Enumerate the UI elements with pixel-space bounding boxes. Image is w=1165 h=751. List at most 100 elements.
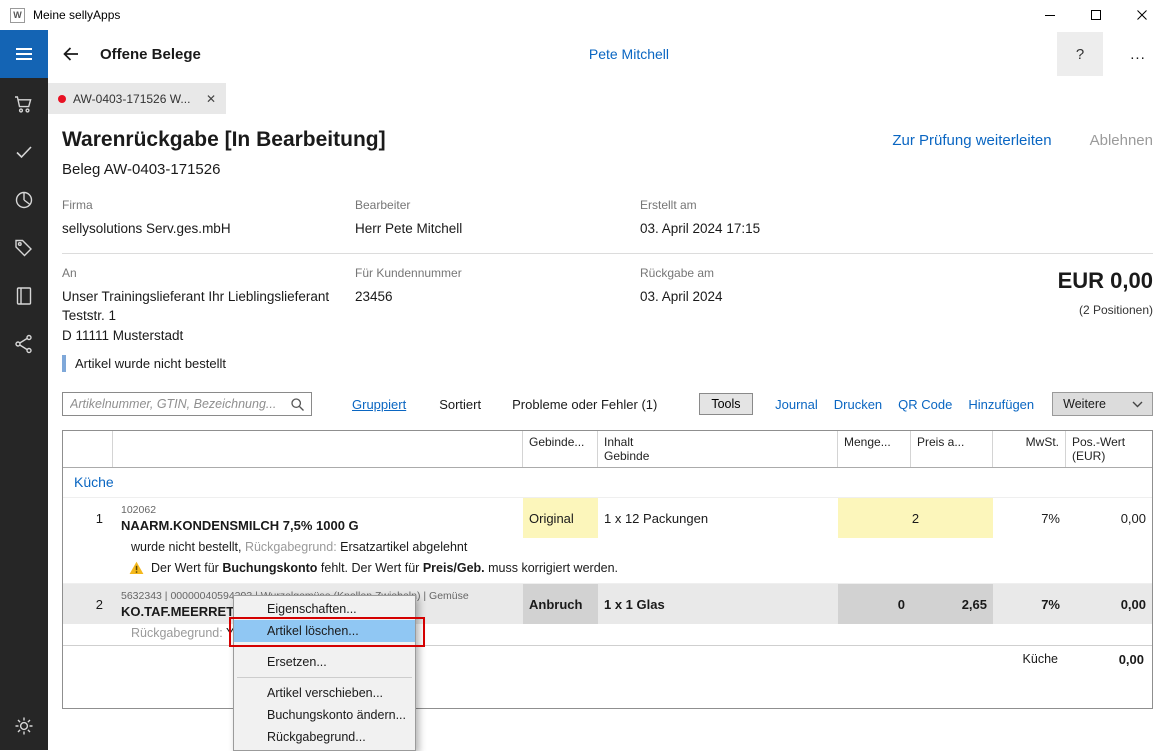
checkmark-icon	[13, 141, 35, 163]
cart-icon	[13, 93, 35, 115]
unsaved-changes-dot-icon	[58, 95, 66, 103]
tools-button[interactable]: Tools	[699, 393, 752, 415]
gebinde-value: Anbruch	[529, 597, 592, 612]
document-number: Beleg AW-0403-171526	[62, 161, 1153, 178]
search-icon[interactable]	[290, 397, 305, 412]
menge-cell[interactable]: 2	[838, 498, 993, 538]
sidebar-item-cart[interactable]	[0, 80, 48, 128]
sidebar-item-catalog[interactable]	[0, 272, 48, 320]
group-header-kueche[interactable]: Küche	[63, 468, 1152, 498]
ellipsis-icon: ...	[1130, 46, 1146, 63]
minimize-button[interactable]	[1027, 0, 1073, 30]
qr-code-link[interactable]: QR Code	[898, 397, 952, 412]
menu-separator	[237, 646, 412, 647]
column-header-preis[interactable]: Preis a...	[911, 431, 993, 467]
menge-value: 2	[912, 511, 919, 526]
close-button[interactable]	[1119, 0, 1165, 30]
minimize-icon	[1044, 9, 1056, 21]
filter-probleme-oder-fehler[interactable]: Probleme oder Fehler (1)	[512, 397, 657, 412]
warning-icon	[129, 561, 144, 575]
info-row-bottom: An Unser Trainingslieferant Ihr Liebling…	[62, 254, 1153, 346]
article-row-2[interactable]: 2 5632343 | 00000040594293 | Wurzelgemüs…	[63, 584, 1152, 645]
sidebar-item-share[interactable]	[0, 320, 48, 368]
gebinde-cell[interactable]: Anbruch	[523, 584, 598, 624]
column-header-gebinde[interactable]: Gebinde...	[523, 431, 598, 467]
menu-item-buchungskonto-aendern[interactable]: Buchungskonto ändern...	[234, 704, 415, 726]
hinzufuegen-link[interactable]: Hinzufügen	[968, 397, 1034, 412]
tab-label: AW-0403-171526 W...	[73, 92, 198, 106]
field-an-label: An	[62, 266, 355, 280]
menge-cell[interactable]: 0	[838, 584, 911, 624]
book-icon	[13, 285, 35, 307]
group-summary-row: Küche 0,00	[63, 645, 1152, 672]
user-name-link[interactable]: Pete Mitchell	[589, 46, 669, 62]
preis-value: 2,65	[962, 597, 987, 612]
field-erstellt: Erstellt am 03. April 2024 17:15	[640, 198, 1153, 239]
menu-item-ersetzen[interactable]: Ersetzen...	[234, 651, 415, 673]
article-row-1[interactable]: 1 102062 NAARM.KONDENSMILCH 7,5% 1000 G …	[63, 498, 1152, 584]
document-note: Artikel wurde nicht bestellt	[62, 355, 1153, 372]
help-icon: ?	[1076, 46, 1084, 63]
title-bar: W Meine sellyApps	[0, 0, 1165, 30]
note-label: Rückgabegrund:	[245, 540, 337, 554]
tab-close-button[interactable]: ✕	[206, 92, 216, 106]
article-name: NAARM.KONDENSMILCH 7,5% 1000 G	[121, 518, 517, 533]
article-row-2-note: Rückgabegrund: Y	[63, 624, 1152, 645]
search-input[interactable]	[63, 394, 285, 414]
article-row-1-main: 1 102062 NAARM.KONDENSMILCH 7,5% 1000 G …	[63, 498, 1152, 538]
menu-item-eigenschaften[interactable]: Eigenschaften...	[234, 598, 415, 620]
tab-document[interactable]: AW-0403-171526 W... ✕	[48, 83, 226, 114]
column-header-menge[interactable]: Menge...	[838, 431, 911, 467]
menu-separator	[237, 677, 412, 678]
summary-empty6	[911, 646, 993, 672]
menu-item-rueckgabegrund[interactable]: Rückgabegrund...	[234, 726, 415, 748]
pos-wert-value: 0,00	[1121, 511, 1146, 526]
drucken-link[interactable]: Drucken	[834, 397, 882, 412]
gebinde-cell[interactable]: Original	[523, 498, 598, 538]
reject-button[interactable]: Ablehnen	[1090, 132, 1153, 149]
journal-link[interactable]: Journal	[775, 397, 818, 412]
sidebar-item-settings[interactable]	[0, 702, 48, 750]
toggle-gruppiert[interactable]: Gruppiert	[352, 397, 406, 412]
row-number: 1	[63, 498, 113, 538]
inhalt-cell: 1 x 12 Packungen	[598, 498, 838, 538]
article-description: 102062 NAARM.KONDENSMILCH 7,5% 1000 G	[113, 498, 523, 538]
maximize-button[interactable]	[1073, 0, 1119, 30]
summary-empty5	[838, 646, 911, 672]
more-options-button[interactable]: ...	[1115, 32, 1161, 76]
menu-item-artikel-loeschen[interactable]: Artikel löschen...	[234, 620, 415, 642]
sidebar-item-tasks[interactable]	[0, 128, 48, 176]
field-an-line2: Teststr. 1	[62, 306, 355, 326]
preis-cell[interactable]: 2,65	[911, 584, 993, 624]
context-menu: Eigenschaften... Artikel löschen... Erse…	[233, 595, 416, 751]
document-title: Warenrückgabe [In Bearbeitung]	[62, 128, 386, 152]
column-header-mwst[interactable]: MwSt.	[993, 431, 1066, 467]
note-value: Ersatzartikel abgelehnt	[337, 540, 468, 554]
field-an-line1: Unser Trainingslieferant Ihr Lieblingsli…	[62, 287, 355, 307]
column-header-pos-wert[interactable]: Pos.-Wert (EUR)	[1066, 431, 1152, 467]
summary-empty3	[523, 646, 598, 672]
column-header-inhalt-gebinde[interactable]: Inhalt Gebinde	[598, 431, 838, 467]
forward-for-review-button[interactable]: Zur Prüfung weiterleiten	[892, 132, 1051, 149]
app-header: Offene Belege Pete Mitchell ? ...	[48, 30, 1165, 78]
toggle-sortiert[interactable]: Sortiert	[439, 397, 481, 412]
sidebar-item-reports[interactable]	[0, 176, 48, 224]
pos-wert-value: 0,00	[1121, 597, 1146, 612]
sidebar-item-prices[interactable]	[0, 224, 48, 272]
menu-item-artikel-verschieben[interactable]: Artikel verschieben...	[234, 682, 415, 704]
mwst-value: 7%	[1041, 597, 1060, 612]
pos-wert-cell: 0,00	[1066, 498, 1152, 538]
article-row-1-note: wurde nicht bestellt, Rückgabegrund: Ers…	[63, 538, 1152, 559]
weitere-dropdown-button[interactable]: Weitere	[1052, 392, 1153, 416]
sidebar	[0, 30, 48, 750]
main-content: Warenrückgabe [In Bearbeitung] Zur Prüfu…	[48, 114, 1165, 750]
help-button[interactable]: ?	[1057, 32, 1103, 76]
note-plain: wurde nicht bestellt,	[131, 540, 245, 554]
back-button[interactable]	[48, 30, 94, 78]
field-an: An Unser Trainingslieferant Ihr Liebling…	[62, 266, 355, 346]
table-header-row: Gebinde... Inhalt Gebinde Menge... Preis…	[63, 431, 1152, 468]
share-icon	[13, 333, 35, 355]
window-controls	[1027, 0, 1165, 30]
hamburger-menu-button[interactable]	[0, 30, 48, 78]
tab-bar: AW-0403-171526 W... ✕	[48, 78, 1165, 114]
